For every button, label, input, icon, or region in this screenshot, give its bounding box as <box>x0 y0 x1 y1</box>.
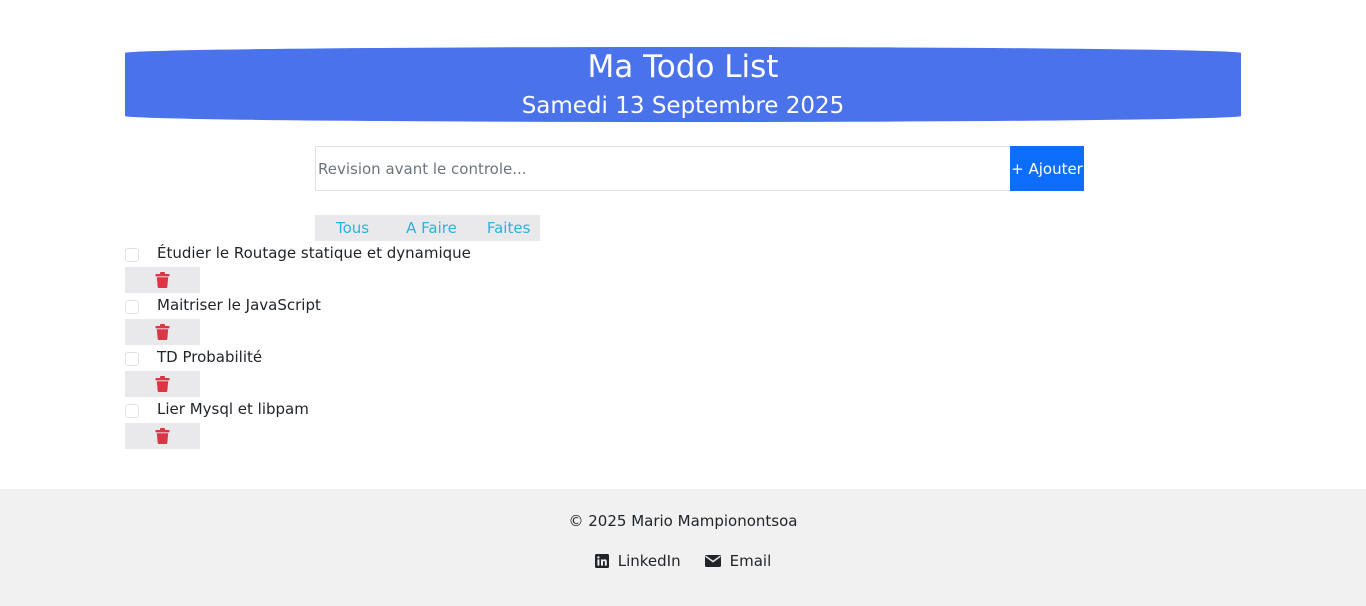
todo-item: Lier Mysql et libpam <box>125 399 725 451</box>
copyright-text: © 2025 Mario Mampionontsoa <box>568 512 798 530</box>
todo-label: Étudier le Routage statique et dynamique <box>157 244 471 262</box>
todo-label: TD Probabilité <box>157 348 263 366</box>
current-date: Samedi 13 Septembre 2025 <box>521 93 845 119</box>
page-title: Ma Todo List <box>587 49 779 85</box>
delete-todo-button[interactable] <box>125 371 200 397</box>
delete-todo-button[interactable] <box>125 267 200 293</box>
add-todo-form: + Ajouter <box>315 146 1084 191</box>
filter-bar: Tous A Faire Faites <box>315 215 540 241</box>
todo-list: Étudier le Routage statique et dynamique… <box>125 243 725 451</box>
email-link[interactable]: Email <box>704 551 772 571</box>
todo-item: Étudier le Routage statique et dynamique <box>125 243 725 295</box>
trash-icon <box>155 376 170 392</box>
app-header: Ma Todo List Samedi 13 Septembre 2025 <box>125 47 1241 122</box>
todo-checkbox[interactable] <box>125 352 139 366</box>
linkedin-link[interactable]: LinkedIn <box>594 551 681 571</box>
new-todo-input[interactable] <box>315 146 1010 191</box>
todo-label: Maitriser le JavaScript <box>157 296 321 314</box>
todo-label: Lier Mysql et libpam <box>157 400 309 418</box>
add-todo-button[interactable]: + Ajouter <box>1010 146 1084 191</box>
trash-icon <box>155 428 170 444</box>
page-footer: © 2025 Mario Mampionontsoa LinkedIn Emai… <box>0 489 1366 606</box>
linkedin-label: LinkedIn <box>617 552 681 570</box>
todo-checkbox[interactable] <box>125 300 139 314</box>
todo-checkbox[interactable] <box>125 248 139 262</box>
todo-item: Maitriser le JavaScript <box>125 295 725 347</box>
filter-all-button[interactable]: Tous <box>336 219 369 237</box>
email-label: Email <box>729 552 772 570</box>
filter-todo-button[interactable]: A Faire <box>406 219 457 237</box>
todo-item: TD Probabilité <box>125 347 725 399</box>
filter-done-button[interactable]: Faites <box>487 219 531 237</box>
todo-checkbox[interactable] <box>125 404 139 418</box>
delete-todo-button[interactable] <box>125 423 200 449</box>
linkedin-icon <box>594 554 609 568</box>
footer-links: LinkedIn Email <box>0 551 1366 571</box>
trash-icon <box>155 324 170 340</box>
trash-icon <box>155 272 170 288</box>
delete-todo-button[interactable] <box>125 319 200 345</box>
envelope-icon <box>704 555 721 567</box>
